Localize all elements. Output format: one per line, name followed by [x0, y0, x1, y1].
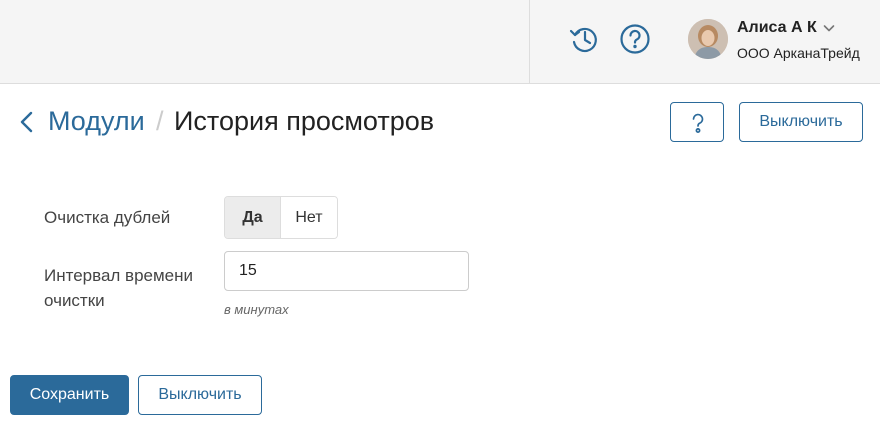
avatar — [688, 19, 728, 59]
dedupe-option-no[interactable]: Нет — [281, 197, 337, 238]
page-title: История просмотров — [174, 106, 435, 136]
help-icon[interactable] — [619, 23, 651, 55]
interval-input[interactable] — [224, 251, 469, 291]
user-name: Алиса А К — [737, 19, 817, 36]
save-button[interactable]: Сохранить — [10, 375, 129, 415]
header-help-button[interactable] — [670, 102, 724, 142]
chevron-left-icon[interactable] — [18, 110, 36, 134]
user-menu[interactable]: Алиса А К ООО АрканаТрейд — [688, 19, 878, 61]
dedupe-label: Очистка дублей — [44, 208, 171, 227]
breadcrumb-separator: / — [156, 106, 164, 136]
topbar-divider — [529, 0, 530, 83]
breadcrumb-modules-link[interactable]: Модули — [48, 106, 145, 137]
dedupe-option-yes[interactable]: Да — [225, 197, 281, 238]
interval-label: Интервал времени очистки — [44, 266, 194, 310]
footer-disable-button[interactable]: Выключить — [138, 375, 262, 415]
header-disable-button[interactable]: Выключить — [739, 102, 863, 142]
top-bar: Алиса А К ООО АрканаТрейд — [0, 0, 880, 84]
interval-hint: в минутах — [224, 302, 289, 317]
chevron-down-icon[interactable] — [823, 23, 835, 33]
dedupe-toggle: Да Нет — [224, 196, 338, 239]
history-icon[interactable] — [568, 23, 600, 55]
user-company: ООО АрканаТрейд — [737, 45, 860, 61]
page-header: Модули / История просмотров Выключить — [0, 100, 880, 144]
question-icon — [692, 113, 704, 133]
